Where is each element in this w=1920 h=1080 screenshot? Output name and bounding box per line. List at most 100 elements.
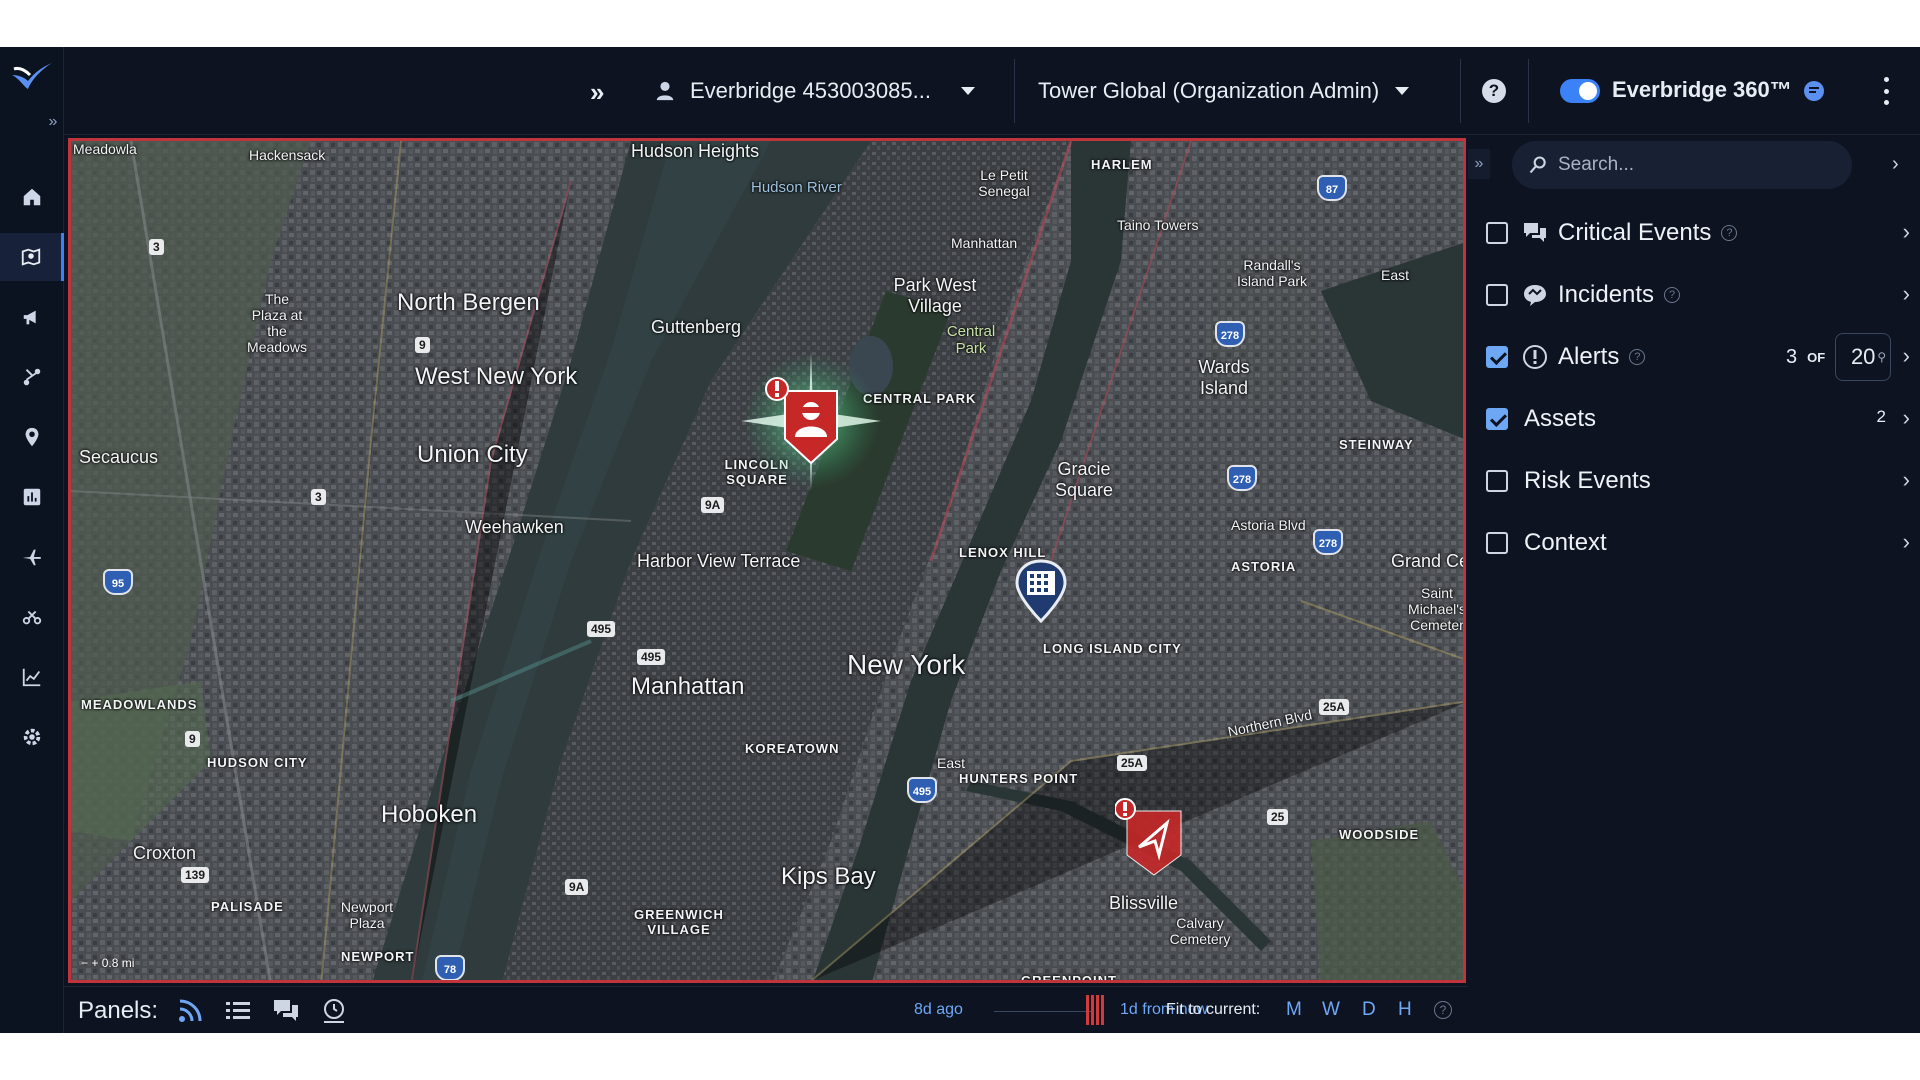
chevron-right-icon[interactable]: › [1903, 219, 1910, 245]
map-label: Saint Michael's Cemeter [1408, 585, 1466, 633]
alerts-total-count[interactable]: 20 ⚲ [1835, 333, 1892, 381]
plane-icon[interactable] [0, 533, 64, 581]
bar-chart-icon[interactable] [0, 473, 64, 521]
user-icon [656, 81, 674, 101]
map-label: Union City [417, 441, 528, 468]
map-label: WOODSIDE [1339, 827, 1420, 842]
map-label: East [1381, 267, 1410, 283]
divider [1460, 59, 1461, 123]
collapse-panel-icon[interactable]: » [1468, 149, 1490, 179]
megaphone-icon[interactable] [0, 293, 64, 341]
route-shield: 25A [1319, 699, 1350, 715]
expand-header-icon[interactable]: » [590, 77, 604, 108]
help-icon[interactable]: ? [1482, 79, 1506, 103]
layer-row-incidents[interactable]: Incidents ? › [1486, 273, 1910, 317]
search-bar[interactable] [1512, 141, 1852, 189]
assets-checkbox[interactable] [1486, 408, 1508, 430]
alerts-checkbox[interactable] [1486, 346, 1508, 368]
list-icon[interactable] [224, 997, 252, 1025]
critical-events-checkbox[interactable] [1486, 222, 1508, 244]
fit-day-button[interactable]: D [1362, 999, 1376, 1021]
layer-row-critical-events[interactable]: Critical Events ? › [1486, 211, 1910, 255]
help-icon[interactable]: ? [1664, 287, 1681, 303]
chat-icon[interactable] [1802, 79, 1826, 103]
app-window: » » Everbridge 453003085... Tower Global… [0, 47, 1920, 1033]
layer-row-alerts[interactable]: Alerts ? 3 OF 20 ⚲ › [1486, 333, 1910, 381]
location-pin-icon[interactable] [0, 413, 64, 461]
map-label: Kips Bay [781, 863, 876, 890]
workflow-icon[interactable] [0, 353, 64, 401]
scissors-icon[interactable] [0, 593, 64, 641]
home-icon[interactable] [0, 173, 64, 221]
alerts-count: 3 OF 20 ⚲ [1786, 333, 1892, 381]
context-checkbox[interactable] [1486, 532, 1508, 554]
organization-name: Tower Global (Organization Admin) [1038, 78, 1380, 103]
gear-icon[interactable] [0, 713, 64, 761]
timeline-track[interactable] [994, 1011, 1094, 1012]
map-label: Meadowla [73, 141, 137, 157]
alert-marker[interactable] [741, 351, 881, 491]
expand-rail-icon[interactable]: » [44, 113, 62, 131]
help-icon[interactable]: ? [1629, 349, 1646, 365]
everbridge-360-toggle[interactable] [1560, 79, 1600, 103]
interstate-shield: 495 [907, 777, 937, 803]
chevron-right-icon[interactable]: › [1903, 343, 1910, 369]
help-icon[interactable]: ? [1721, 225, 1738, 241]
account-selector[interactable]: Everbridge 453003085... [654, 69, 975, 113]
chevron-right-icon[interactable]: › [1903, 529, 1910, 555]
chevron-right-icon[interactable]: › [1903, 405, 1910, 431]
map-label: NEWPORT [341, 949, 415, 964]
chevron-right-icon[interactable]: › [1903, 467, 1910, 493]
help-icon[interactable]: ? [1434, 1001, 1452, 1019]
asset-marker[interactable] [1015, 559, 1067, 624]
fit-week-button[interactable]: W [1322, 999, 1340, 1021]
interstate-shield: 278 [1227, 465, 1257, 491]
layer-row-assets[interactable]: Assets 2 › [1486, 397, 1910, 441]
incidents-checkbox[interactable] [1486, 284, 1508, 306]
search-icon [1529, 156, 1546, 174]
map-label: Hackensack [249, 147, 326, 163]
map-label: Wards Island [1198, 357, 1250, 398]
clock-icon[interactable] [320, 997, 348, 1025]
zoom-out-icon[interactable]: − [81, 956, 88, 970]
chevron-right-icon[interactable]: › [1903, 281, 1910, 307]
map-label: East [937, 755, 966, 771]
timeline-start[interactable]: 8d ago [914, 1001, 963, 1019]
chat-bubbles-icon[interactable] [272, 997, 300, 1025]
map-label: Taino Towers [1117, 217, 1199, 233]
layer-row-context[interactable]: Context › [1486, 521, 1910, 565]
top-header: » Everbridge 453003085... Tower Global (… [64, 47, 1920, 135]
layer-label: Alerts [1558, 343, 1620, 370]
everbridge-logo[interactable] [10, 59, 54, 95]
map-label: New York [847, 649, 966, 680]
fit-month-button[interactable]: M [1286, 999, 1302, 1021]
layer-row-risk-events[interactable]: Risk Events › [1486, 459, 1910, 503]
more-options-icon[interactable] [1880, 73, 1892, 109]
map-label: Central Park [946, 323, 996, 357]
risk-events-checkbox[interactable] [1486, 470, 1508, 492]
feed-icon[interactable] [176, 997, 204, 1025]
map-label: Manhattan [951, 235, 1018, 251]
fit-hour-button[interactable]: H [1398, 999, 1412, 1021]
route-shield: 3 [311, 489, 326, 505]
chevron-right-icon[interactable]: › [1892, 153, 1899, 176]
map-icon[interactable] [0, 233, 64, 281]
route-shield: 3 [149, 239, 164, 255]
timeline-current-marker[interactable] [1086, 995, 1104, 1025]
alert-marker[interactable] [1114, 797, 1185, 877]
layer-label: Context [1524, 529, 1607, 556]
route-shield: 9A [701, 497, 725, 513]
scale-label: 0.8 mi [101, 956, 135, 970]
search-input[interactable] [1558, 154, 1838, 176]
of-label: OF [1807, 349, 1826, 365]
line-chart-icon[interactable] [0, 653, 64, 701]
map-label: KOREATOWN [745, 741, 840, 756]
map-label: STEINWAY [1339, 437, 1414, 452]
organization-selector[interactable]: Tower Global (Organization Admin) [1038, 69, 1410, 113]
route-shield: 9 [185, 731, 200, 747]
route-shield: 25A [1117, 755, 1148, 771]
map-view[interactable]: Hudson Heights Hudson River Hackensack M… [68, 138, 1466, 983]
zoom-in-icon[interactable]: + [91, 956, 98, 970]
chevron-down-icon [1395, 87, 1410, 95]
map-label: Park West Village [893, 275, 977, 316]
